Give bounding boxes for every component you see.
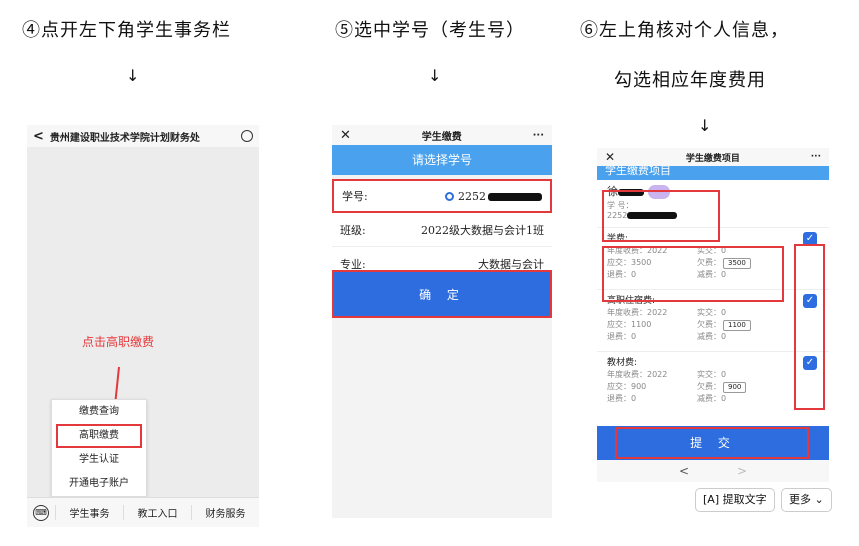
confirm-button[interactable]: 确 定 — [332, 270, 552, 318]
down-arrow-icon: ↓ — [428, 66, 442, 85]
redaction-mask — [618, 188, 644, 196]
checkbox-checked-icon[interactable]: ✓ — [803, 294, 817, 308]
owe-input[interactable]: 3500 — [723, 258, 751, 269]
fee-refund: 退费：0 — [607, 270, 637, 279]
top-bar: ✕ 学生缴费项目 ··· — [597, 148, 829, 166]
text-scan-icon: [A] — [703, 493, 720, 506]
phone-screen-2: ✕ 学生缴费 ··· 请选择学号 学号: 2252 班级: 2022级大数据与会… — [332, 125, 552, 518]
fee-owe-label: 欠费： — [697, 258, 721, 267]
close-icon[interactable]: ✕ — [340, 128, 351, 143]
row-label: 班级: — [340, 223, 366, 237]
menu-item-open-account[interactable]: 开通电子账户 — [52, 472, 146, 496]
fee-item-textbook: 教材费: 年度收费：2022 实交：0 应交：900 欠费： 900 退费：0 减… — [597, 352, 829, 410]
close-icon[interactable]: ✕ — [605, 150, 615, 164]
fee-refund: 退费：0 — [607, 332, 637, 341]
fee-owe-label: 欠费： — [697, 382, 721, 391]
radio-selected-icon[interactable] — [445, 192, 454, 201]
fee-name: 高职住宿费: — [607, 296, 656, 306]
class-value: 2022级大数据与会计1班 — [421, 223, 544, 237]
more-button[interactable]: 更多 ⌄ — [781, 488, 832, 512]
hint-text: 点击高职缴费 — [82, 335, 155, 349]
forward-icon[interactable]: > — [737, 464, 747, 478]
fee-name: 教材费: — [607, 358, 638, 368]
keyboard-icon[interactable]: ⌨ — [33, 504, 49, 521]
back-icon[interactable]: < — [679, 464, 689, 478]
extract-text-button[interactable]: [A] 提取文字 — [695, 488, 775, 512]
phone-screen-3: ✕ 学生缴费项目 ··· 学生缴费项目 徐 学 号： 2252 学费: 年度收费… — [597, 148, 829, 482]
down-arrow-icon: ↓ — [126, 66, 140, 85]
back-icon[interactable]: < — [33, 129, 44, 144]
class-row: 班级: 2022级大数据与会计1班 — [332, 213, 552, 247]
student-id-prefix: 2252 — [607, 211, 628, 220]
page-title: 学生缴费项目 — [685, 153, 740, 164]
owe-input[interactable]: 900 — [723, 382, 747, 393]
student-id-label: 学 号： — [607, 201, 634, 210]
student-name: 徐 — [607, 185, 618, 198]
fee-paid: 实交：0 — [697, 370, 727, 379]
top-bar: < 贵州建设职业技术学院计划财务处 — [27, 125, 259, 147]
phone-screen-1: < 贵州建设职业技术学院计划财务处 点击高职缴费 缴费查询 高职缴费 学生认证 … — [27, 125, 259, 527]
student-id-value: 2252 — [445, 190, 542, 203]
fee-reduce: 减费：0 — [697, 394, 727, 403]
checkbox-checked-icon[interactable]: ✓ — [803, 356, 817, 370]
tab-staff-entry[interactable]: 教工入口 — [123, 505, 191, 520]
student-info: 徐 学 号： 2252 — [597, 180, 829, 228]
redaction-mask — [488, 192, 542, 201]
menu-item-student-auth[interactable]: 学生认证 — [52, 448, 146, 472]
menu-item-payment-query[interactable]: 缴费查询 — [52, 400, 146, 424]
row-label: 学号: — [342, 190, 368, 203]
menu-item-vocational-payment[interactable]: 高职缴费 — [56, 424, 142, 448]
more-icon[interactable]: ··· — [811, 152, 821, 162]
fee-reduce: 减费：0 — [697, 332, 727, 341]
fee-item-tuition: 学费: 年度收费：2022 实交：0 应交：3500 欠费： 3500 退费：0 … — [597, 228, 829, 290]
step6-caption-line2: 勾选相应年度费用 — [614, 70, 766, 91]
fee-owe-label: 欠费： — [697, 320, 721, 329]
fee-due: 应交：900 — [607, 382, 647, 391]
submit-button[interactable]: 提 交 — [597, 426, 829, 460]
fee-year: 年度收费：2022 — [607, 308, 668, 317]
fee-year: 年度收费：2022 — [607, 246, 668, 255]
tab-student-affairs[interactable]: 学生事务 — [55, 505, 123, 520]
fee-due: 应交：3500 — [607, 258, 652, 267]
fee-name: 学费: — [607, 234, 629, 244]
checkbox-checked-icon[interactable]: ✓ — [803, 232, 817, 246]
step5-caption: ⑤选中学号（考生号） — [335, 20, 525, 41]
fee-item-dormitory: 高职住宿费: 年度收费：2022 实交：0 应交：1100 欠费： 1100 退费… — [597, 290, 829, 352]
bottom-tab-bar: ⌨ 学生事务 教工入口 财务服务 — [27, 497, 259, 527]
fee-reduce: 减费：0 — [697, 270, 727, 279]
browser-nav-bar: < > — [597, 460, 829, 482]
avatar — [648, 185, 670, 199]
page-title: 学生缴费 — [421, 131, 462, 143]
more-icon[interactable]: ··· — [533, 130, 544, 141]
user-icon[interactable] — [241, 130, 253, 142]
top-bar: ✕ 学生缴费 ··· — [332, 125, 552, 145]
student-affairs-menu: 缴费查询 高职缴费 学生认证 开通电子账户 — [51, 399, 147, 497]
chevron-down-icon: ⌄ — [814, 493, 824, 506]
select-id-header: 请选择学号 — [332, 145, 552, 175]
page-title: 贵州建设职业技术学院计划财务处 — [49, 132, 200, 144]
owe-input[interactable]: 1100 — [723, 320, 751, 331]
fee-refund: 退费：0 — [607, 394, 637, 403]
student-id-row[interactable]: 学号: 2252 — [332, 179, 552, 213]
fee-year: 年度收费：2022 — [607, 370, 668, 379]
fee-paid: 实交：0 — [697, 246, 727, 255]
tab-finance-service[interactable]: 财务服务 — [191, 505, 259, 520]
fee-paid: 实交：0 — [697, 308, 727, 317]
redaction-mask — [627, 212, 678, 219]
step6-caption: ⑥左上角核对个人信息， — [580, 20, 789, 41]
fee-due: 应交：1100 — [607, 320, 652, 329]
down-arrow-icon: ↓ — [698, 116, 712, 135]
fee-items-header: 学生缴费项目 — [597, 166, 829, 180]
step4-caption: ④点开左下角学生事务栏 — [22, 20, 231, 41]
